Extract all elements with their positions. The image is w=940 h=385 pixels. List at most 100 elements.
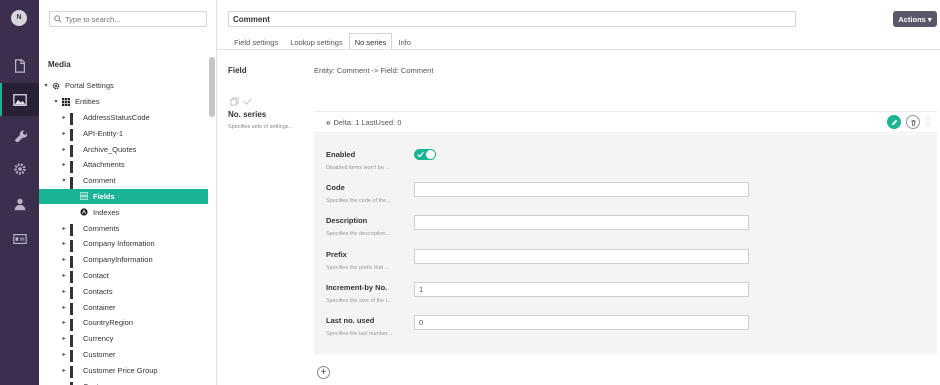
entity-icon — [70, 239, 78, 252]
tree-item-label: Customer — [83, 349, 116, 359]
entity-title-input[interactable] — [228, 11, 796, 27]
tree-item[interactable]: ▸ CountryRegion — [39, 315, 208, 331]
tree-item-label: Customer Price Group — [83, 365, 158, 375]
tree-item[interactable]: ▸ Contact — [39, 268, 208, 284]
side-icons — [230, 97, 252, 106]
prefix-desc: Specifies the prefix that ... — [326, 265, 390, 271]
fields-icon — [79, 192, 89, 201]
caret-right-icon[interactable]: ▸ — [61, 114, 67, 121]
caret-right-icon[interactable]: ▸ — [61, 304, 67, 311]
rail-cards[interactable] — [0, 222, 39, 255]
no-series-title: No. series — [228, 110, 267, 119]
caret-right-icon[interactable]: ▸ — [61, 272, 67, 279]
id-card-icon — [12, 233, 27, 244]
rail-settings[interactable] — [0, 152, 39, 185]
tree-item[interactable]: ▸ Currency — [39, 331, 208, 347]
tree-item[interactable]: ▸Custom... — [39, 378, 208, 385]
caret-right-icon[interactable]: ▸ — [61, 161, 67, 168]
tree-item[interactable]: ▾ Comment — [39, 173, 208, 189]
search-icon — [54, 15, 62, 23]
last-used-label: Last no. used — [326, 316, 375, 325]
tree-item[interactable]: Fields — [39, 188, 208, 205]
rail-tools[interactable] — [0, 118, 39, 151]
tree-search — [49, 11, 207, 27]
entity-icon — [70, 271, 78, 284]
no-series-properties: Enabled Disabled items won't be ... Code… — [314, 134, 937, 354]
tree-item[interactable]: Indexes — [39, 204, 208, 220]
caret-right-icon[interactable]: ▸ — [61, 256, 67, 263]
increment-input[interactable] — [414, 282, 749, 297]
tree-item-label: Custom... — [83, 382, 115, 385]
tree-item[interactable]: ▸ Attachments — [39, 157, 208, 173]
tree-item[interactable]: ▸ Container — [39, 299, 208, 316]
tree-item[interactable]: ▸ API-Entity-1 — [39, 125, 208, 142]
caret-right-icon[interactable]: ▸ — [61, 335, 67, 342]
no-series-row[interactable]: » Delta: 1 LastUsed: 0 — [314, 111, 937, 133]
tab-info[interactable]: Info — [392, 33, 417, 50]
check-icon[interactable] — [243, 97, 252, 106]
rail-documents[interactable] — [0, 49, 39, 82]
tree-item[interactable]: ▸ CompanyInformation — [39, 252, 208, 268]
tab-lookup-settings[interactable]: Lookup settings — [284, 33, 349, 50]
tree-item[interactable]: ▸ Company Information — [39, 236, 208, 252]
prefix-input[interactable] — [414, 249, 749, 264]
tabs-divider — [217, 49, 940, 50]
image-icon — [12, 93, 27, 106]
code-label: Code — [326, 183, 345, 192]
tree-item-label: Comments — [83, 223, 120, 233]
caret-right-icon[interactable]: ▸ — [61, 351, 67, 358]
tree-item[interactable]: ▸ Customer — [39, 347, 208, 363]
entity-icon — [70, 318, 78, 331]
description-input[interactable] — [414, 215, 749, 230]
code-input[interactable] — [414, 182, 749, 197]
tree-item[interactable]: ▸ AddressStatusCode — [39, 110, 208, 126]
caret-right-icon[interactable]: ▸ — [61, 240, 67, 247]
tab-field-settings[interactable]: Field settings — [228, 33, 284, 50]
caret-right-icon[interactable]: ▸ — [61, 319, 67, 326]
drag-handle-icon[interactable]: ⋮ — [924, 117, 932, 126]
copy-icon[interactable] — [230, 97, 239, 106]
entity-icon — [70, 129, 78, 142]
edit-button[interactable] — [887, 115, 901, 129]
last-used-input[interactable] — [414, 315, 749, 330]
tree-item-label: Archive_Quotes — [83, 144, 137, 154]
actions-button[interactable]: Actions ▾ — [893, 11, 937, 27]
add-button[interactable]: + — [317, 366, 330, 379]
caret-down-icon[interactable]: ▾ — [61, 177, 67, 184]
enabled-desc: Disabled items won't be ... — [326, 165, 391, 171]
caret-down-icon[interactable]: ▾ — [43, 82, 49, 89]
tree-section-title: Media — [48, 60, 71, 69]
main-panel: Actions ▾ Field settings Lookup settings… — [217, 0, 940, 385]
entity-icon — [70, 160, 78, 173]
increment-label: Increment-by No. — [326, 283, 388, 292]
caret-right-icon[interactable]: ▸ — [61, 225, 67, 232]
caret-right-icon[interactable]: ▸ — [61, 288, 67, 295]
enabled-toggle[interactable] — [414, 149, 436, 160]
tree-item-label: Fields — [93, 191, 115, 201]
tree-search-input[interactable] — [65, 14, 205, 24]
tree-item[interactable]: ▾ Portal Settings — [39, 78, 208, 94]
entity-icon — [70, 176, 78, 189]
expand-chevron-icon[interactable]: » — [326, 118, 330, 127]
entity-icon — [70, 366, 78, 379]
gear-icon — [52, 82, 60, 90]
check-icon — [417, 151, 424, 158]
tab-no-series[interactable]: No.series — [348, 33, 393, 50]
caret-down-icon[interactable]: ▾ — [53, 98, 59, 105]
rail-users[interactable] — [0, 187, 39, 220]
tree-item[interactable]: ▸ Customer Price Group — [39, 362, 208, 379]
caret-right-icon[interactable]: ▸ — [61, 367, 67, 374]
tree-item[interactable]: ▸ Comments — [39, 220, 208, 237]
caret-right-icon[interactable]: ▸ — [61, 130, 67, 137]
delete-button[interactable] — [906, 115, 920, 129]
tree-item-label: Indexes — [93, 207, 120, 217]
tree-item[interactable]: ▸ Contacts — [39, 283, 208, 300]
tree-item[interactable]: ▸ Archive_Quotes — [39, 141, 208, 158]
caret-right-icon[interactable]: ▸ — [61, 146, 67, 153]
tree-scrollbar[interactable] — [209, 57, 215, 117]
rail-media[interactable] — [0, 83, 39, 116]
gear-icon — [13, 162, 26, 175]
avatar[interactable]: N — [11, 10, 27, 26]
tab-bar: Field settings Lookup settings No.series… — [228, 33, 417, 50]
tree-item[interactable]: ▾ Entities — [39, 94, 208, 110]
